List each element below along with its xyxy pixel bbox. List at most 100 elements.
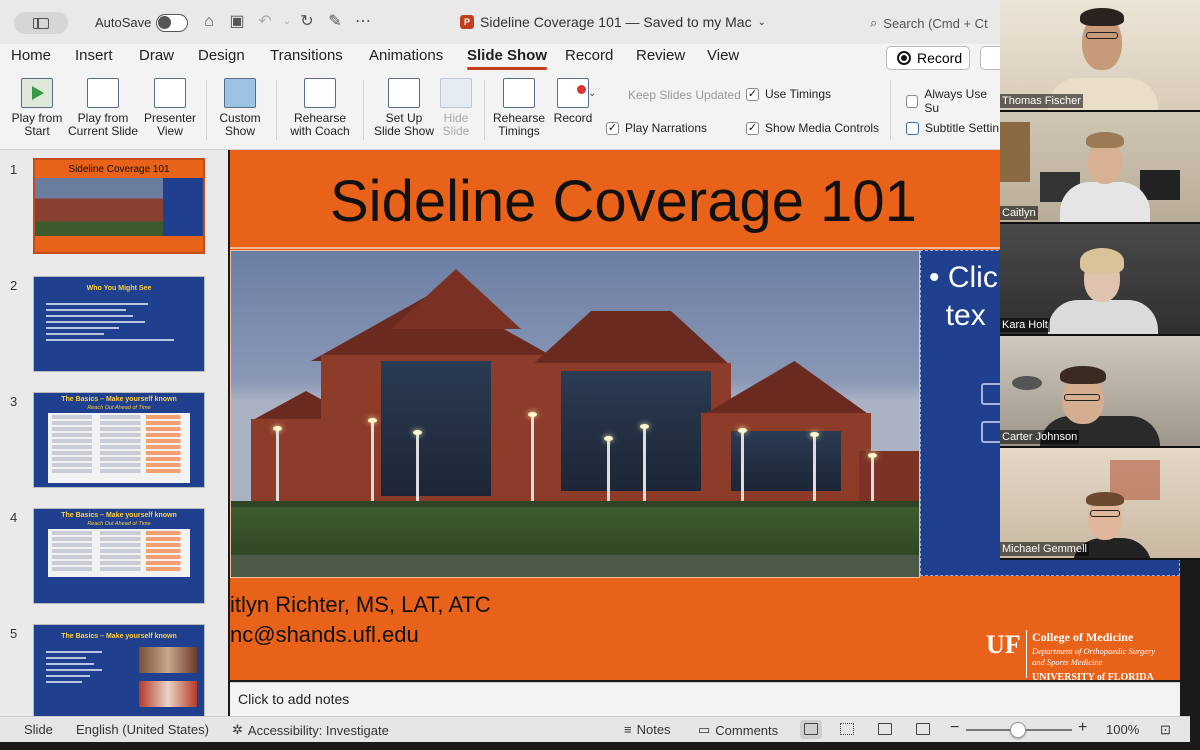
subtitle-settings-button[interactable]: Subtitle Settin [906,121,999,135]
participant-tile[interactable]: Caitlyn [1000,112,1200,222]
search-input[interactable]: ⌕ Search (Cmd + Ct [862,10,1002,36]
team-photo-thumbnail [139,647,197,673]
accessibility-button[interactable]: ✲ Accessibility: Investigate [232,722,389,738]
participant-name: Carter Johnson [1000,430,1080,444]
tab-review[interactable]: Review [636,47,685,64]
tab-transitions[interactable]: Transitions [270,47,343,64]
rehearse-timings-label: Rehearse Timings [492,111,546,138]
always-use-label: Always Use Su [924,87,987,115]
status-bar: Slide English (United States) ✲ Accessib… [0,716,1190,742]
presenter-info[interactable]: itlyn Richter, MS, LAT, ATC nc@shands.uf… [230,590,491,650]
ribbon-divider [276,80,277,140]
thumbnail-title: Sideline Coverage 101 [68,164,170,175]
slide-thumbnail-2[interactable]: Who You Might See [33,276,205,372]
slide-indicator: Slide [24,722,53,737]
slide-thumbnail-5[interactable]: The Basics – Make yourself known [33,624,205,716]
zoom-slider-thumb[interactable] [1010,722,1026,738]
participant-tile[interactable]: Carter Johnson [1000,336,1200,446]
always-use-subtitles-checkbox[interactable]: Always Use Su [906,87,1000,115]
save-icon[interactable]: ▣ [228,13,246,31]
hide-slide-label: Hide Slide [442,111,470,138]
play-narrations-checkbox[interactable]: ✓ Play Narrations [606,121,707,135]
sidebar-icon [33,17,49,29]
record-button[interactable]: Record [886,46,970,70]
hide-slide-button[interactable]: Hide Slide [436,78,476,138]
customize-icon[interactable]: ✎ [326,13,344,31]
undo-icon[interactable]: ↶ [256,13,274,31]
rehearse-timings-button[interactable]: Rehearse Timings [490,78,548,138]
slide-thumbnail-1[interactable]: Sideline Coverage 101 [33,158,205,254]
play-from-start-button[interactable]: Play from Start [8,78,66,138]
building-photo[interactable] [230,250,920,578]
setup-icon [388,78,420,108]
zoom-out-button[interactable]: − [950,719,959,737]
participant-tile[interactable]: Kara Holt [1000,224,1200,334]
presenter-view-button[interactable]: Presenter View [140,78,200,138]
home-icon[interactable]: ⌂ [200,13,218,31]
slide-thumbnail-3[interactable]: The Basics – Make yourself known Reach O… [33,392,205,488]
show-media-controls-checkbox[interactable]: ✓ Show Media Controls [746,121,879,135]
thumbnail-subtitle: Reach Out Ahead of Time [87,521,151,527]
search-icon: ⌕ [870,15,878,30]
tab-slide-show[interactable]: Slide Show [467,47,548,70]
ribbon: Play from Start Play from Current Slide … [0,72,1000,150]
participant-tile[interactable]: Michael Gemmell [1000,448,1200,558]
presenter-email: nc@shands.ufl.edu [230,622,419,647]
document-title[interactable]: P Sideline Coverage 101 — Saved to my Ma… [460,14,766,30]
uf-logo-mark: UF [986,630,1021,659]
notes-button[interactable]: ≡ Notes [624,722,671,737]
custom-show-button[interactable]: Custom Show [212,78,268,138]
presenter-view-label: Presenter View [143,111,197,138]
participant-tile[interactable]: Thomas Fischer [1000,0,1200,110]
sidebar-toggle-button[interactable] [14,12,68,34]
undo-dropdown-chevron-icon[interactable]: ⌄ [278,13,296,31]
notes-pane[interactable]: Click to add notes [230,682,1180,716]
thumbnail-bullets [46,647,126,687]
tab-animations[interactable]: Animations [369,47,443,64]
autosave-toggle[interactable] [156,14,188,32]
tab-insert[interactable]: Insert [75,47,113,64]
title-bar: AutoSave ⌂ ▣ ↶ ⌄ ↻ ✎ ⋯ P Sideline Covera… [0,0,1000,44]
keep-slides-updated-option: Keep Slides Updated [628,88,741,102]
rehearse-with-coach-button[interactable]: Rehearse with Coach [284,78,356,138]
show-media-controls-label: Show Media Controls [765,121,880,135]
ribbon-divider [890,80,891,140]
more-icon[interactable]: ⋯ [354,13,372,31]
play-current-icon [87,78,119,108]
play-from-current-slide-button[interactable]: Play from Current Slide [66,78,140,138]
language-indicator[interactable]: English (United States) [76,722,209,737]
record-slide-show-button[interactable]: Record [550,78,596,125]
zoom-in-button[interactable]: + [1078,719,1087,737]
slide-thumbnail-4[interactable]: The Basics – Make yourself known Reach O… [33,508,205,604]
comments-status-button[interactable]: ▭ Comments [698,722,778,738]
tab-home[interactable]: Home [11,47,51,64]
thumbnail-bullets [46,299,191,345]
zoom-level[interactable]: 100% [1106,722,1139,737]
tab-view[interactable]: View [707,47,739,64]
thumbnail-title: The Basics – Make yourself known [61,512,177,519]
slide-sorter-view-button[interactable] [836,720,858,739]
tab-record[interactable]: Record [565,47,613,64]
checkmark-icon: ✓ [746,121,759,135]
screen: AutoSave ⌂ ▣ ↶ ⌄ ↻ ✎ ⋯ P Sideline Covera… [0,0,1200,750]
tab-design[interactable]: Design [198,47,245,64]
use-timings-checkbox[interactable]: ✓ Use Timings [746,87,831,101]
set-up-slide-show-button[interactable]: Set Up Slide Show [370,78,438,138]
slide-thumbnails-panel: 1 Sideline Coverage 101 2 Who You Might … [0,150,228,716]
hide-slide-icon [440,78,472,108]
subtitle-settings-label: Subtitle Settin [925,121,1000,135]
fit-to-window-icon[interactable]: ⊡ [1160,722,1171,738]
slide-show-view-button[interactable] [912,720,934,739]
record-button-label: Record [917,50,963,66]
record-dropdown-chevron-icon[interactable]: ⌄ [588,88,596,99]
checkmark-icon: ✓ [606,121,619,135]
reading-view-button[interactable] [874,720,896,739]
accessibility-icon: ✲ [232,722,243,737]
redo-icon[interactable]: ↻ [298,13,316,31]
grid-icon [840,723,854,735]
search-placeholder: Search (Cmd + Ct [883,15,988,31]
normal-view-button[interactable] [800,720,822,739]
book-icon [878,723,892,735]
tab-draw[interactable]: Draw [139,47,174,64]
chevron-down-icon: ⌄ [757,16,766,28]
